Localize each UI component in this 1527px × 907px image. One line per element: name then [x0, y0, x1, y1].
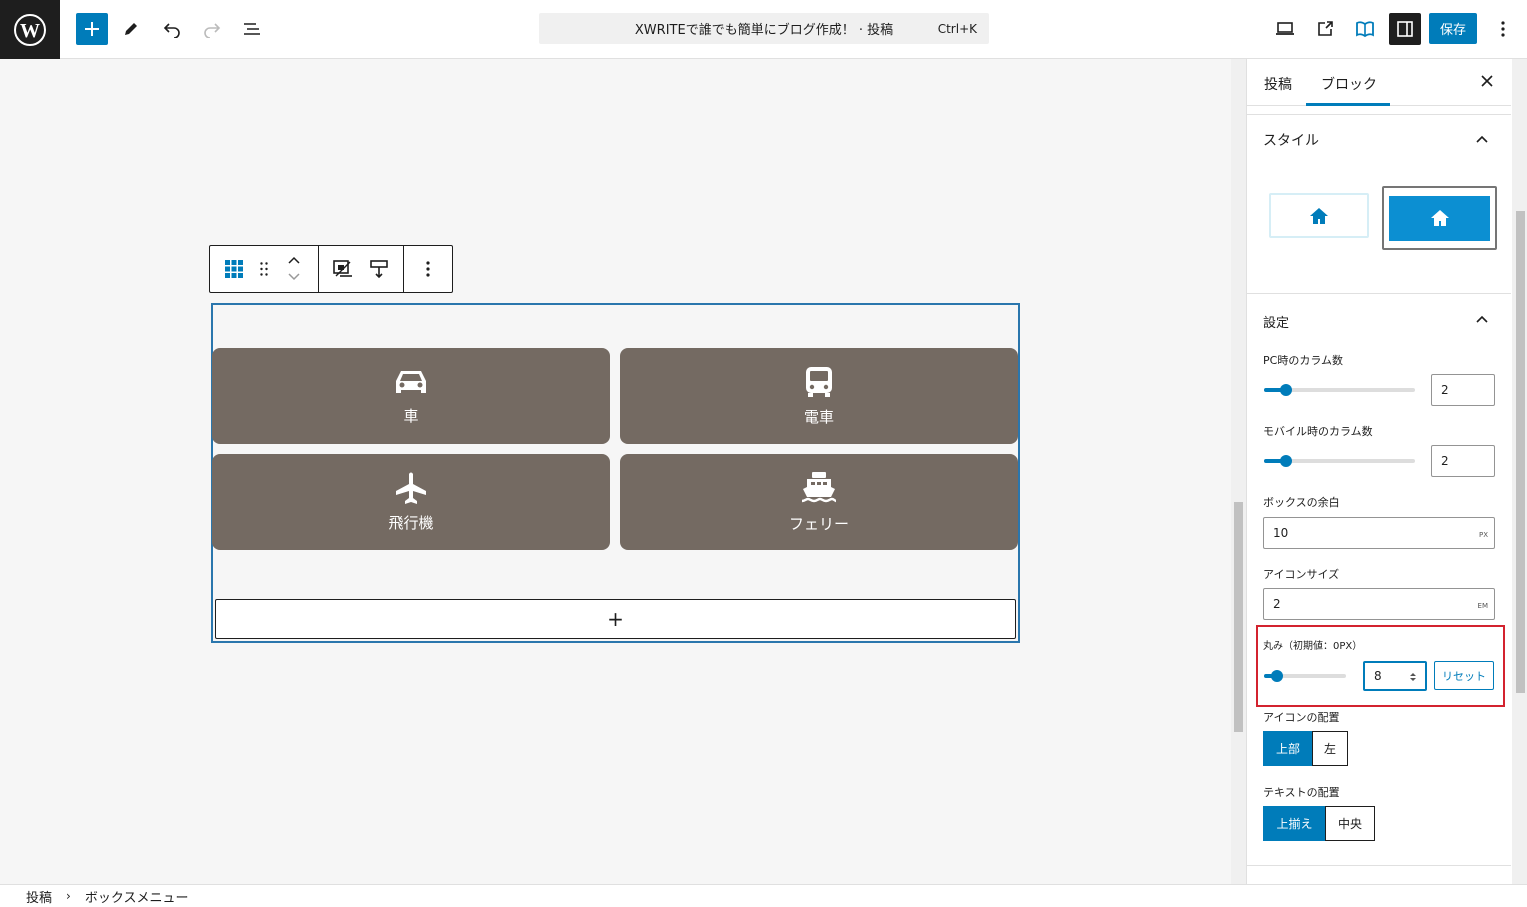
shortcut-hint: Ctrl+K	[937, 21, 977, 36]
document-overview-icon[interactable]	[236, 13, 268, 45]
icon-position-label: アイコンの配置	[1263, 711, 1340, 724]
sidebar-scrollbar[interactable]	[1512, 59, 1527, 884]
style-panel-title[interactable]: スタイル	[1263, 130, 1319, 150]
box-item-label: 電車	[803, 407, 834, 426]
move-up-icon[interactable]	[286, 254, 302, 266]
move-down-icon[interactable]	[286, 271, 302, 283]
icon-position-toggle: 上部 左	[1263, 731, 1348, 766]
sidebar-scrollbar-thumb[interactable]	[1516, 211, 1525, 693]
box-item-label: 飛行機	[388, 513, 434, 532]
style-option-filled-preview	[1389, 195, 1490, 241]
box-menu-block-icon[interactable]	[224, 259, 244, 279]
box-item-train[interactable]: 電車	[620, 348, 1018, 444]
panel-divider	[1247, 114, 1511, 115]
ferry-icon	[801, 471, 837, 502]
pc-columns-slider-thumb[interactable]	[1280, 384, 1292, 396]
breadcrumb-item-box-menu[interactable]: ボックスメニュー	[85, 887, 189, 906]
style-option-outline[interactable]	[1269, 193, 1369, 238]
pencil-tool-icon[interactable]	[115, 13, 147, 45]
save-button[interactable]: 保存	[1429, 13, 1477, 44]
chevron-up-icon[interactable]	[1475, 312, 1489, 326]
box-padding-input[interactable]: 10 PX	[1263, 517, 1495, 549]
text-align-center-option[interactable]: 中央	[1325, 806, 1375, 841]
canvas-scrollbar[interactable]	[1231, 59, 1246, 884]
external-link-icon[interactable]	[1309, 13, 1341, 45]
box-menu-block[interactable]: 車 電車 飛行機 フェリー +	[211, 303, 1020, 643]
chevron-up-icon[interactable]	[1475, 132, 1489, 146]
reset-button[interactable]: リセット	[1434, 661, 1494, 690]
tab-block[interactable]: ブロック	[1321, 74, 1377, 94]
tab-post[interactable]: 投稿	[1264, 74, 1292, 94]
box-item-label: フェリー	[788, 514, 849, 533]
top-toolbar: W XWRITEで誰でも簡単にブログ作成！ · 投稿 Ctrl+K 保存	[0, 0, 1527, 59]
options-menu-icon[interactable]	[1487, 13, 1519, 45]
undo-icon[interactable]	[156, 13, 188, 45]
box-item-car[interactable]: 車	[212, 348, 610, 444]
pc-columns-input[interactable]: 2	[1431, 374, 1495, 406]
block-options-icon[interactable]	[423, 260, 433, 278]
box-item-airplane[interactable]: 飛行機	[212, 454, 610, 550]
wordpress-logo-icon[interactable]: W	[0, 0, 60, 59]
pc-columns-label: PC時のカラム数	[1263, 354, 1343, 367]
mobile-columns-input[interactable]: 2	[1431, 445, 1495, 477]
add-block-button[interactable]	[76, 13, 108, 45]
spinner-arrows-icon[interactable]	[1409, 671, 1417, 683]
box-padding-value: 10	[1273, 526, 1289, 540]
toolbar-divider	[318, 246, 319, 292]
radius-label: 丸み（初期値：0PX）	[1263, 641, 1363, 652]
radius-slider-thumb[interactable]	[1271, 670, 1283, 682]
style-option-filled[interactable]	[1382, 186, 1497, 250]
icon-size-value: 2	[1273, 597, 1281, 611]
close-icon[interactable]	[1477, 71, 1497, 91]
mobile-columns-slider-thumb[interactable]	[1280, 455, 1292, 467]
chevron-right-icon: ›	[66, 889, 71, 903]
block-appender-button[interactable]: +	[215, 599, 1016, 639]
sidebar-tabs: 投稿 ブロック	[1247, 59, 1511, 106]
plus-icon: +	[607, 607, 624, 631]
panel-divider	[1247, 865, 1511, 866]
home-icon	[1430, 210, 1449, 226]
svg-text:W: W	[20, 20, 40, 42]
text-align-label: テキストの配置	[1263, 786, 1340, 799]
drag-handle-icon[interactable]	[258, 260, 270, 278]
command-palette-bar[interactable]: XWRITEで誰でも簡単にブログ作成！ · 投稿 Ctrl+K	[539, 13, 989, 44]
car-icon	[396, 370, 426, 393]
toolbar-divider	[403, 246, 404, 292]
document-title: XWRITEで誰でも簡単にブログ作成！ · 投稿	[634, 23, 894, 38]
airplane-icon	[396, 472, 426, 504]
breadcrumb-item-post[interactable]: 投稿	[26, 887, 52, 906]
desktop-preview-icon[interactable]	[1269, 13, 1301, 45]
box-padding-label: ボックスの余白	[1263, 496, 1340, 509]
icon-size-input[interactable]: 2 EM	[1263, 588, 1495, 620]
bus-icon	[806, 366, 832, 397]
text-align-top-option[interactable]: 上揃え	[1263, 806, 1326, 841]
canvas-scrollbar-thumb[interactable]	[1234, 502, 1243, 732]
breadcrumb: 投稿 › ボックスメニュー	[0, 884, 1527, 907]
block-toolbar	[209, 245, 453, 293]
text-align-toggle: 上揃え 中央	[1263, 806, 1375, 841]
icon-position-top-option[interactable]: 上部	[1263, 731, 1313, 766]
align-height-icon[interactable]	[368, 258, 390, 280]
panel-divider	[1247, 293, 1511, 294]
box-item-ferry[interactable]: フェリー	[620, 454, 1018, 550]
icon-position-left-option[interactable]: 左	[1312, 731, 1348, 766]
radius-input[interactable]: 8	[1363, 661, 1427, 691]
mobile-columns-label: モバイル時のカラム数	[1263, 425, 1373, 438]
redo-icon[interactable]	[196, 13, 228, 45]
active-tab-indicator	[1306, 103, 1390, 106]
box-padding-unit: PX	[1478, 531, 1488, 539]
book-icon[interactable]	[1349, 13, 1381, 45]
settings-panel-title[interactable]: 設定	[1263, 312, 1289, 331]
icon-size-label: アイコンサイズ	[1263, 568, 1340, 581]
icon-size-unit: EM	[1477, 602, 1488, 610]
home-icon	[1310, 207, 1328, 224]
radius-value: 8	[1374, 669, 1382, 683]
box-item-label: 車	[403, 406, 419, 425]
settings-sidebar-toggle-icon[interactable]	[1389, 13, 1421, 45]
settings-sidebar: 投稿 ブロック スタイル 設定 PC時のカラム数 2 モバイル時のカラム数 2 …	[1246, 59, 1527, 884]
card-layout-icon[interactable]	[331, 258, 355, 280]
